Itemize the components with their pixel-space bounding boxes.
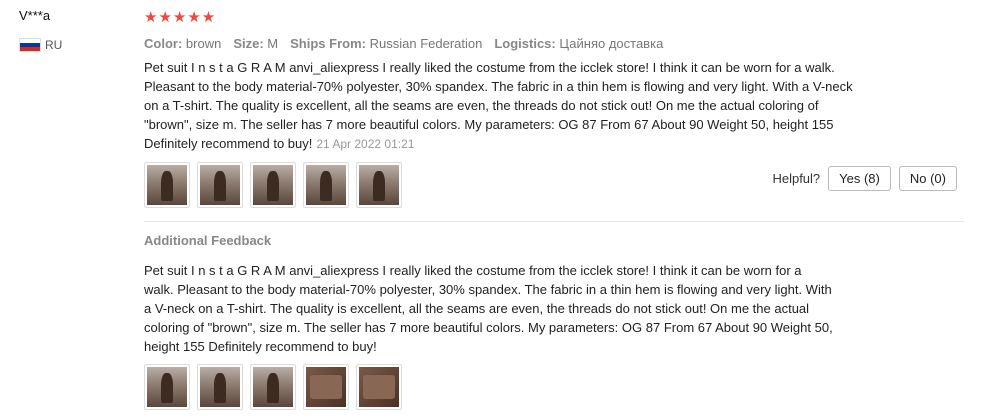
- additional-feedback: Additional Feedback Pet suit I n s t a G…: [144, 233, 844, 410]
- reviewer-name: V***a: [19, 8, 51, 23]
- meta-label: Ships From:: [290, 36, 366, 51]
- review-date: 21 Apr 2022 01:21: [316, 137, 415, 151]
- additional-photo[interactable]: [303, 364, 349, 410]
- additional-feedback-title: Additional Feedback: [144, 233, 272, 248]
- review-meta: Color: brown Size: M Ships From: Russian…: [144, 36, 964, 51]
- divider: [144, 221, 964, 222]
- meta-value: Russian Federation: [369, 36, 483, 51]
- reviewer-country: RU: [19, 38, 62, 52]
- additional-photo[interactable]: [144, 364, 190, 410]
- additional-photo[interactable]: [197, 364, 243, 410]
- meta-label: Size:: [233, 36, 264, 51]
- review-photo[interactable]: [197, 162, 243, 208]
- review-photo[interactable]: [144, 162, 190, 208]
- additional-photo[interactable]: [250, 364, 296, 410]
- meta-label: Color:: [144, 36, 183, 51]
- meta-value: M: [267, 36, 279, 51]
- review-text: Pet suit I n s t a G R A M anvi_aliexpre…: [144, 58, 864, 154]
- meta-ships-from: Ships From: Russian Federation: [290, 36, 482, 51]
- meta-value: Цайняо доставка: [559, 36, 664, 51]
- rating-stars: ★★★★★: [144, 9, 217, 26]
- meta-color: Color: brown: [144, 36, 221, 51]
- review-photo[interactable]: [356, 162, 402, 208]
- additional-photos: [144, 364, 844, 410]
- additional-photo[interactable]: [356, 364, 402, 410]
- country-code: RU: [45, 38, 63, 52]
- meta-logistics: Logistics: Цайняо доставка: [494, 36, 663, 51]
- meta-value: brown: [185, 36, 222, 51]
- review-photo[interactable]: [250, 162, 296, 208]
- helpful-yes-button[interactable]: Yes (8): [828, 166, 891, 191]
- russia-flag-icon: [19, 38, 41, 52]
- review-content: Pet suit I n s t a G R A M anvi_aliexpre…: [144, 60, 853, 151]
- additional-feedback-text: Pet suit I n s t a G R A M anvi_aliexpre…: [144, 263, 833, 354]
- review-photo[interactable]: [303, 162, 349, 208]
- helpful-vote: Helpful? Yes (8) No (0): [772, 166, 957, 191]
- helpful-no-button[interactable]: No (0): [898, 166, 957, 191]
- helpful-label: Helpful?: [772, 171, 821, 186]
- meta-size: Size: M: [233, 36, 278, 51]
- meta-label: Logistics:: [494, 36, 556, 51]
